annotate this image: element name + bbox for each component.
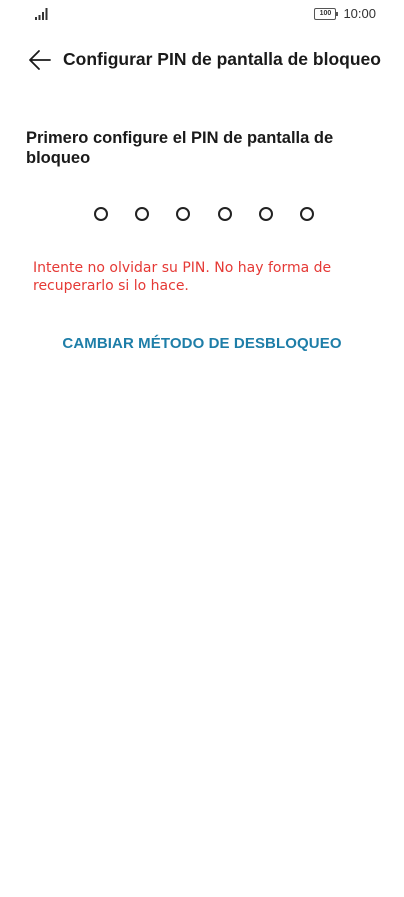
status-right: 100 10:00 [314, 6, 376, 21]
signal-bars-icon [35, 8, 48, 20]
pin-dot [176, 207, 191, 221]
warning-text: Intente no olvidar su PIN. No hay forma … [33, 260, 332, 294]
change-unlock-method-button[interactable]: CAMBIAR MÉTODO DE DESBLOQUEO [0, 335, 404, 352]
pin-dot [217, 207, 232, 221]
pin-dots [94, 207, 314, 221]
status-time: 10:00 [343, 6, 376, 21]
pin-dot [94, 207, 108, 221]
status-bar: 100 10:00 [0, 0, 404, 28]
instruction-text: Primero configure el PIN de pantalla de … [26, 129, 334, 167]
page-title: Configurar PIN de pantalla de bloqueo [63, 49, 381, 69]
pin-dot [135, 207, 150, 221]
battery-icon: 100 [314, 7, 339, 20]
header: Configurar PIN de pantalla de bloqueo [0, 42, 404, 78]
arrow-left-icon[interactable] [26, 46, 54, 74]
pin-dot [299, 207, 314, 221]
pin-dot [258, 207, 273, 221]
